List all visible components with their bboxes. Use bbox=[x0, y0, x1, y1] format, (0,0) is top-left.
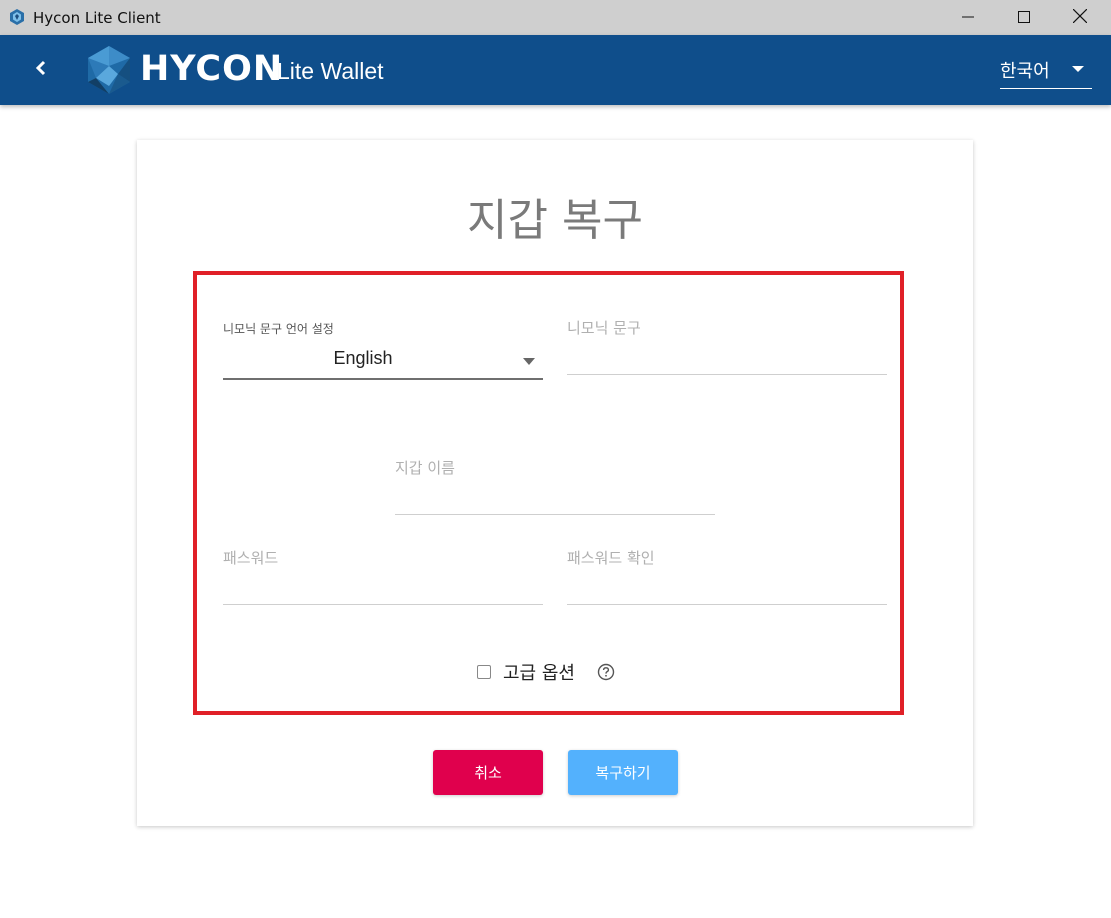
mnemonic-language-value: English bbox=[333, 348, 393, 368]
maximize-icon bbox=[1018, 8, 1030, 27]
close-button[interactable] bbox=[1057, 0, 1103, 35]
wallet-name-label: 지갑 이름 bbox=[395, 459, 455, 477]
cancel-button[interactable]: 취소 bbox=[433, 750, 543, 795]
mnemonic-input[interactable]: 니모닉 문구 bbox=[567, 316, 887, 375]
password-label: 패스워드 bbox=[223, 549, 279, 567]
mnemonic-language-label: 니모닉 문구 언어 설정 bbox=[223, 322, 334, 336]
window-titlebar: Hycon Lite Client bbox=[0, 0, 1111, 35]
close-icon bbox=[1072, 8, 1088, 27]
advanced-options-label[interactable]: 고급 옵션 bbox=[503, 659, 575, 685]
advanced-options-row: 고급 옵션 bbox=[477, 660, 615, 684]
password-confirm-input[interactable]: 패스워드 확인 bbox=[567, 546, 887, 605]
input-underline bbox=[567, 604, 887, 605]
chevron-left-icon bbox=[34, 60, 48, 80]
logo-subtitle: Lite Wallet bbox=[277, 58, 384, 84]
caret-down-icon bbox=[523, 358, 535, 365]
minimize-button[interactable] bbox=[945, 0, 991, 35]
page-title: 지갑 복구 bbox=[467, 195, 643, 246]
caret-down-icon bbox=[1072, 66, 1084, 72]
password-input[interactable]: 패스워드 bbox=[223, 546, 543, 605]
back-button[interactable] bbox=[26, 55, 56, 85]
language-select-value: 한국어 bbox=[1000, 61, 1050, 82]
logo-text: HYCON bbox=[140, 49, 284, 89]
select-underline bbox=[223, 378, 543, 380]
app-icon bbox=[8, 8, 26, 26]
app-header: HYCON Lite Wallet 한국어 bbox=[0, 35, 1111, 105]
mnemonic-language-select[interactable]: 니모닉 문구 언어 설정 English bbox=[223, 320, 543, 380]
input-underline bbox=[395, 514, 715, 515]
language-select[interactable]: 한국어 bbox=[1000, 53, 1092, 89]
maximize-button[interactable] bbox=[1001, 0, 1047, 35]
window-title: Hycon Lite Client bbox=[33, 9, 161, 27]
wallet-name-input[interactable]: 지갑 이름 bbox=[395, 456, 715, 515]
input-underline bbox=[567, 374, 887, 375]
advanced-options-checkbox[interactable] bbox=[477, 665, 491, 679]
minimize-icon bbox=[962, 8, 974, 27]
hycon-logo-icon bbox=[84, 44, 134, 96]
password-confirm-label: 패스워드 확인 bbox=[567, 549, 655, 567]
help-icon[interactable] bbox=[597, 663, 615, 681]
mnemonic-label: 니모닉 문구 bbox=[567, 319, 641, 337]
restore-button[interactable]: 복구하기 bbox=[568, 750, 678, 795]
input-underline bbox=[223, 604, 543, 605]
restore-wallet-card: 지갑 복구 니모닉 문구 언어 설정 English 니모닉 문구 지갑 이름 … bbox=[137, 140, 973, 826]
